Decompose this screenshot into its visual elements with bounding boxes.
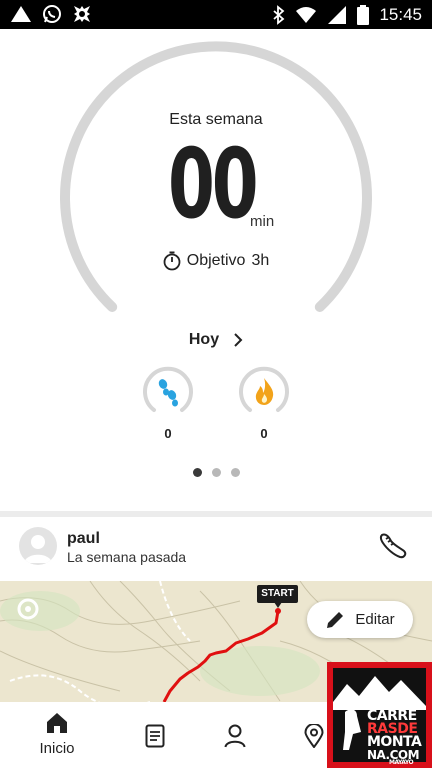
nav-home-label: Inicio [39, 740, 75, 757]
nav-map[interactable] [302, 724, 326, 768]
chevron-right-icon [234, 333, 243, 347]
avatar[interactable] [19, 527, 57, 565]
nav-home[interactable]: Inicio [34, 712, 80, 768]
edit-button[interactable]: Editar [307, 601, 413, 638]
goal-label: Objetivo [186, 252, 246, 269]
diary-icon [145, 724, 165, 748]
page-indicator [0, 468, 432, 477]
app-icon [74, 6, 90, 22]
profile-icon [224, 724, 246, 748]
week-minutes-value: 00 [168, 128, 259, 240]
whatsapp-icon [43, 5, 61, 23]
start-marker-pointer [274, 602, 282, 608]
bluetooth-icon [273, 4, 285, 25]
activity-date: La semana pasada [67, 549, 187, 565]
avatar-placeholder-icon [24, 535, 52, 563]
page-dot[interactable] [211, 468, 221, 477]
stopwatch-icon [163, 251, 181, 271]
watermark-tagline: MAYAYO [389, 759, 414, 766]
steps-ring[interactable] [140, 364, 196, 420]
home-icon [47, 713, 67, 733]
pencil-icon [327, 611, 344, 628]
page-dot[interactable] [230, 468, 240, 477]
status-bar: 15:45 [0, 0, 432, 29]
week-label: Esta semana [169, 111, 263, 128]
clock: 15:45 [379, 5, 422, 24]
goal-value: 3h [251, 252, 270, 269]
wifi-icon [296, 6, 317, 23]
nav-profile[interactable] [222, 724, 248, 768]
triangle-icon [11, 6, 31, 22]
edit-button-label: Editar [355, 611, 395, 628]
calories-ring[interactable] [236, 364, 292, 420]
battery-icon [357, 4, 370, 25]
calories-value: 0 [260, 426, 268, 441]
weekly-goal-card[interactable]: Esta semana 00 min Objetivo 3h [0, 29, 432, 329]
activity-feed-header[interactable]: paul La semana pasada [0, 517, 432, 581]
watermark-logo: CARRE RASDE MONTA NA.COM MAYAYO [327, 662, 432, 768]
nav-diary[interactable] [142, 724, 168, 768]
user-name[interactable]: paul [67, 530, 100, 548]
today-label: Hoy [188, 331, 220, 348]
steps-value: 0 [164, 426, 172, 441]
footsteps-icon [158, 379, 178, 407]
weekly-goal: Objetivo 3h [0, 251, 432, 271]
start-marker: START [257, 585, 298, 603]
page-dot-active[interactable] [192, 468, 202, 477]
today-link[interactable]: Hoy [0, 331, 432, 349]
week-minutes-unit: min [250, 213, 275, 230]
signal-icon [328, 5, 347, 24]
map-pin-icon [304, 724, 324, 748]
running-shoe-icon [379, 533, 407, 559]
